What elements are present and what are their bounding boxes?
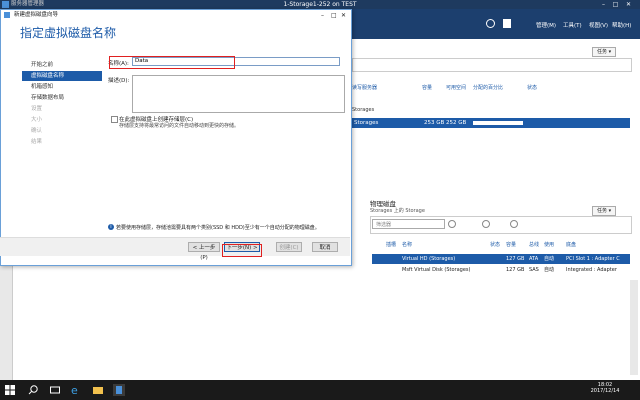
task-view-icon[interactable] <box>49 384 61 396</box>
vm-titlebar: 服务器管理器 1-Storage1-252 on TEST – □ ✕ <box>0 0 640 9</box>
dialog-title: 新建虚拟磁盘向导 <box>14 12 59 18</box>
step-before-you-begin[interactable]: 开始之前 <box>22 60 102 70</box>
dialog-footer: < 上一步(P) 下一步(N) > 创建(C) 取消 <box>0 237 350 261</box>
upper-table-header: 读写服务器 容量 可用空间 分配的百分比 状态 <box>352 85 538 91</box>
info-icon: i <box>108 224 114 230</box>
menu-view[interactable]: 视图(V) <box>589 21 608 29</box>
next-highlight-box <box>222 244 262 257</box>
ie-icon[interactable]: e <box>70 384 82 397</box>
table-row[interactable]: Virtual HD (Storages) 127 GB ATA 自动 PCI … <box>372 254 630 264</box>
dialog-minimize-icon[interactable]: – <box>321 10 324 21</box>
step-enclosure-awareness[interactable]: 机箱感知 <box>22 82 102 92</box>
dialog-titlebar: 新建虚拟磁盘向导 – □ ✕ <box>1 10 351 21</box>
dialog-close-icon[interactable]: ✕ <box>341 10 346 21</box>
step-size: 大小 <box>31 117 43 123</box>
description-label: 描述(D): <box>108 78 130 84</box>
name-highlight-box <box>109 56 235 69</box>
physical-disks-subtitle: Storages 上的 Storage <box>370 208 425 214</box>
cancel-button[interactable]: 取消 <box>312 242 338 252</box>
scrollbar[interactable] <box>630 280 638 375</box>
allocation-bar <box>473 121 523 125</box>
start-icon[interactable] <box>4 384 16 396</box>
step-storage-layout[interactable]: 存储数据布局 <box>22 93 102 103</box>
expand-icon[interactable] <box>510 220 518 228</box>
minimize-icon[interactable]: – <box>600 1 607 8</box>
menu-help[interactable]: 帮助(H) <box>612 21 631 29</box>
file-explorer-icon[interactable] <box>92 384 104 396</box>
upper-group-label: Storages <box>352 107 375 113</box>
flag-icon[interactable] <box>503 19 511 28</box>
prev-button[interactable]: < 上一步(P) <box>188 242 220 261</box>
filter-input[interactable]: 筛选器 <box>372 219 445 229</box>
create-button: 创建(C) <box>276 242 302 252</box>
clock[interactable]: 18:02 2017/12/14 <box>590 382 620 394</box>
tasks-button-lower[interactable]: 任务 ▾ <box>592 206 617 216</box>
maximize-icon[interactable]: □ <box>612 1 619 8</box>
description-textarea[interactable] <box>132 75 345 113</box>
search-icon[interactable] <box>448 220 456 228</box>
info-text: 若要使用存储层，存储池需要具有两个类别(SSD 和 HDD)至少有一个自动分配的… <box>116 225 320 231</box>
page-title: 指定虚拟磁盘名称 <box>20 26 117 40</box>
step-provisioning: 设置 <box>31 106 43 112</box>
storage-tier-checkbox[interactable] <box>111 116 118 123</box>
search-icon[interactable] <box>27 384 39 396</box>
svg-text:e: e <box>71 384 78 396</box>
table-row[interactable]: Msft Virtual Disk (Storages) 127 GB SAS … <box>372 265 630 275</box>
step-results: 结果 <box>31 139 43 145</box>
step-virtual-disk-name[interactable]: 虚拟磁盘名称 <box>22 71 102 81</box>
storage-tier-hint: 存储层支持将最常访问的文件自动移动到更快的存储。 <box>119 123 240 129</box>
dialog-maximize-icon[interactable]: □ <box>331 10 337 21</box>
taskbar: e <box>0 380 640 400</box>
refresh-icon[interactable] <box>486 19 495 28</box>
upper-filter-bar[interactable] <box>352 58 632 72</box>
wizard-icon <box>4 12 10 18</box>
server-manager-icon[interactable] <box>113 384 125 396</box>
view-options-icon[interactable] <box>482 220 490 228</box>
tasks-button-upper[interactable]: 任务 ▾ <box>592 47 617 57</box>
menu-manage[interactable]: 管理(M) <box>536 21 556 29</box>
storage-pool-row[interactable]: Storages 253 GB 252 GB <box>352 118 630 128</box>
step-confirmation: 确认 <box>31 128 43 134</box>
menu-tools[interactable]: 工具(T) <box>563 21 582 29</box>
vm-title: 1-Storage1-252 on TEST <box>283 1 357 8</box>
close-icon[interactable]: ✕ <box>625 1 632 8</box>
